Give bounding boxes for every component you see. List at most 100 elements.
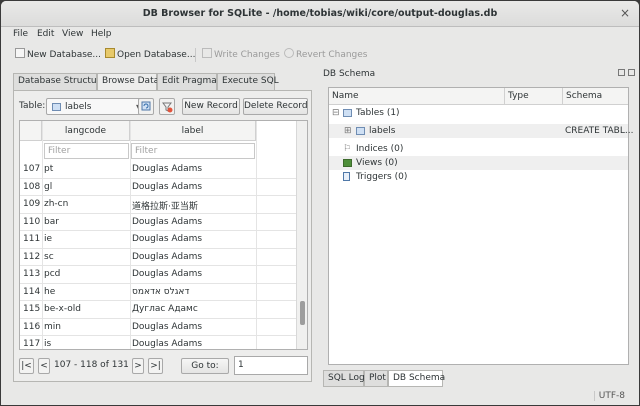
write-changes-icon [202, 48, 212, 58]
tree-label: Indices (0) [356, 144, 404, 154]
goto-button[interactable]: Go to: [181, 358, 229, 374]
schema-value: CREATE TABL... [565, 126, 634, 136]
cell-label[interactable]: Douglas Adams [132, 252, 202, 262]
row-number-header [20, 121, 42, 141]
cell-label[interactable]: Douglas Adams [132, 182, 202, 192]
schema-header-type[interactable]: Type [505, 88, 563, 105]
table-row[interactable]: 110 bar Douglas Adams [20, 214, 296, 231]
cell-langcode[interactable]: sc [44, 252, 54, 262]
tab-execute-sql[interactable]: Execute SQL [217, 73, 279, 90]
row-number: 115 [23, 304, 41, 314]
table-row[interactable]: 113 pcd Douglas Adams [20, 266, 296, 284]
row-number: 114 [23, 286, 41, 297]
open-database-button[interactable]: Open Database... [105, 48, 195, 62]
tab-database-structure[interactable]: Database Structure [13, 73, 106, 90]
menu-file[interactable]: File [13, 29, 28, 39]
new-database-button[interactable]: New Database... [15, 48, 101, 62]
goto-input[interactable]: 1 [234, 356, 308, 375]
cell-label[interactable]: Douglas Adams [132, 269, 202, 279]
table-icon [356, 127, 365, 135]
cell-langcode[interactable]: pt [44, 164, 53, 174]
cell-label[interactable]: 道格拉斯·亚当斯 [132, 199, 198, 212]
refresh-button[interactable] [138, 98, 154, 115]
record-range: 107 - 118 of 131 [54, 360, 129, 370]
table-row[interactable]: 109 zh-cn 道格拉斯·亚当斯 [20, 196, 296, 214]
cell-label[interactable]: Дуглас Адамс [132, 304, 198, 314]
first-page-button[interactable]: |< [19, 358, 34, 374]
table-row[interactable]: 114 he דאגלס אדאמס [20, 284, 296, 301]
new-record-button[interactable]: New Record [182, 98, 240, 115]
tree-node-indices[interactable]: ⚐ Indices (0) [329, 142, 628, 156]
previous-page-button[interactable]: < [38, 358, 50, 374]
next-page-button[interactable]: > [132, 358, 144, 374]
tree-node-tables[interactable]: ⊟ Tables (1) [329, 106, 628, 120]
browse-data-pane: Table: labels ▾ New Record Delete Record… [13, 90, 312, 382]
tree-node-labels[interactable]: ⊞ labels CREATE TABL... [329, 124, 633, 138]
clear-filters-icon [162, 102, 173, 113]
cell-label[interactable]: Douglas Adams [132, 234, 202, 244]
cell-label[interactable]: Douglas Adams [132, 217, 202, 227]
scrollbar-thumb[interactable] [300, 301, 305, 325]
float-dock-icon[interactable] [618, 69, 625, 76]
new-database-label: New Database... [27, 50, 102, 60]
table-row[interactable]: 117 is Douglas Adams [20, 336, 296, 349]
revert-changes-label: Revert Changes [296, 50, 368, 60]
tab-db-schema[interactable]: DB Schema [388, 370, 445, 387]
table-row[interactable]: 108 gl Douglas Adams [20, 179, 296, 196]
tree-node-views[interactable]: Views (0) [329, 156, 628, 170]
last-page-button[interactable]: >| [148, 358, 163, 374]
data-grid: langcode label Filter Filter 107 pt Dougla… [19, 120, 308, 350]
expand-icon[interactable]: ⊞ [344, 126, 352, 136]
schema-header-schema[interactable]: Schema [563, 88, 628, 105]
cell-langcode[interactable]: gl [44, 182, 52, 192]
menu-edit[interactable]: Edit [37, 29, 54, 39]
encoding-status: UTF-8 [593, 391, 625, 401]
cell-label[interactable]: Douglas Adams [132, 322, 202, 332]
toolbar: New Database... Open Database... Write C… [1, 44, 639, 66]
tab-sql-log[interactable]: SQL Log [323, 370, 365, 387]
filter-input-langcode[interactable]: Filter [44, 143, 129, 159]
cell-label[interactable]: Douglas Adams [132, 339, 202, 349]
tab-browse-data[interactable]: Browse Data [97, 73, 159, 91]
cell-langcode[interactable]: zh-cn [44, 199, 68, 209]
close-icon[interactable]: × [617, 6, 633, 22]
collapse-icon[interactable]: ⊟ [332, 108, 340, 118]
close-dock-icon[interactable] [628, 69, 635, 76]
filter-input-label[interactable]: Filter [131, 143, 255, 159]
new-database-icon [15, 48, 25, 58]
column-header-label[interactable]: label [130, 121, 256, 141]
column-header-langcode[interactable]: langcode [42, 121, 130, 141]
cell-langcode[interactable]: he [44, 287, 55, 297]
toolbar-separator [195, 48, 196, 62]
table-row[interactable]: 112 sc Douglas Adams [20, 249, 296, 266]
cell-langcode[interactable]: is [44, 339, 51, 349]
cell-label[interactable]: Douglas Adams [132, 164, 202, 174]
row-number: 109 [23, 199, 41, 209]
write-changes-button[interactable]: Write Changes [202, 48, 280, 62]
cell-langcode[interactable]: bar [44, 217, 59, 227]
cell-label[interactable]: דאגלס אדאמס [132, 287, 189, 297]
revert-changes-button[interactable]: Revert Changes [284, 48, 368, 62]
table-row[interactable]: 107 pt Douglas Adams [20, 161, 296, 179]
write-changes-label: Write Changes [214, 50, 280, 60]
delete-record-button[interactable]: Delete Record [243, 98, 308, 115]
dock-title: DB Schema [323, 69, 376, 79]
table-row[interactable]: 111 ie Douglas Adams [20, 231, 296, 249]
cell-langcode[interactable]: be-x-old [44, 304, 81, 314]
cell-langcode[interactable]: min [44, 322, 61, 332]
grid-scrollbar[interactable] [296, 121, 307, 349]
menu-view[interactable]: View [62, 29, 83, 39]
table-row[interactable]: 115 be-x-old Дуглас Адамс [20, 301, 296, 319]
cell-langcode[interactable]: ie [44, 234, 52, 244]
schema-header-name[interactable]: Name [329, 88, 505, 105]
tab-edit-pragmas[interactable]: Edit Pragmas [157, 73, 221, 90]
table-select[interactable]: labels ▾ [46, 98, 145, 115]
menu-help[interactable]: Help [91, 29, 112, 39]
tree-label: Tables (1) [356, 108, 400, 118]
table-label: Table: [19, 101, 46, 111]
tree-node-triggers[interactable]: Triggers (0) [329, 170, 628, 184]
table-row[interactable]: 116 min Douglas Adams [20, 319, 296, 336]
cell-langcode[interactable]: pcd [44, 269, 60, 279]
tab-plot[interactable]: Plot [364, 370, 388, 387]
clear-filters-button[interactable] [159, 98, 175, 115]
